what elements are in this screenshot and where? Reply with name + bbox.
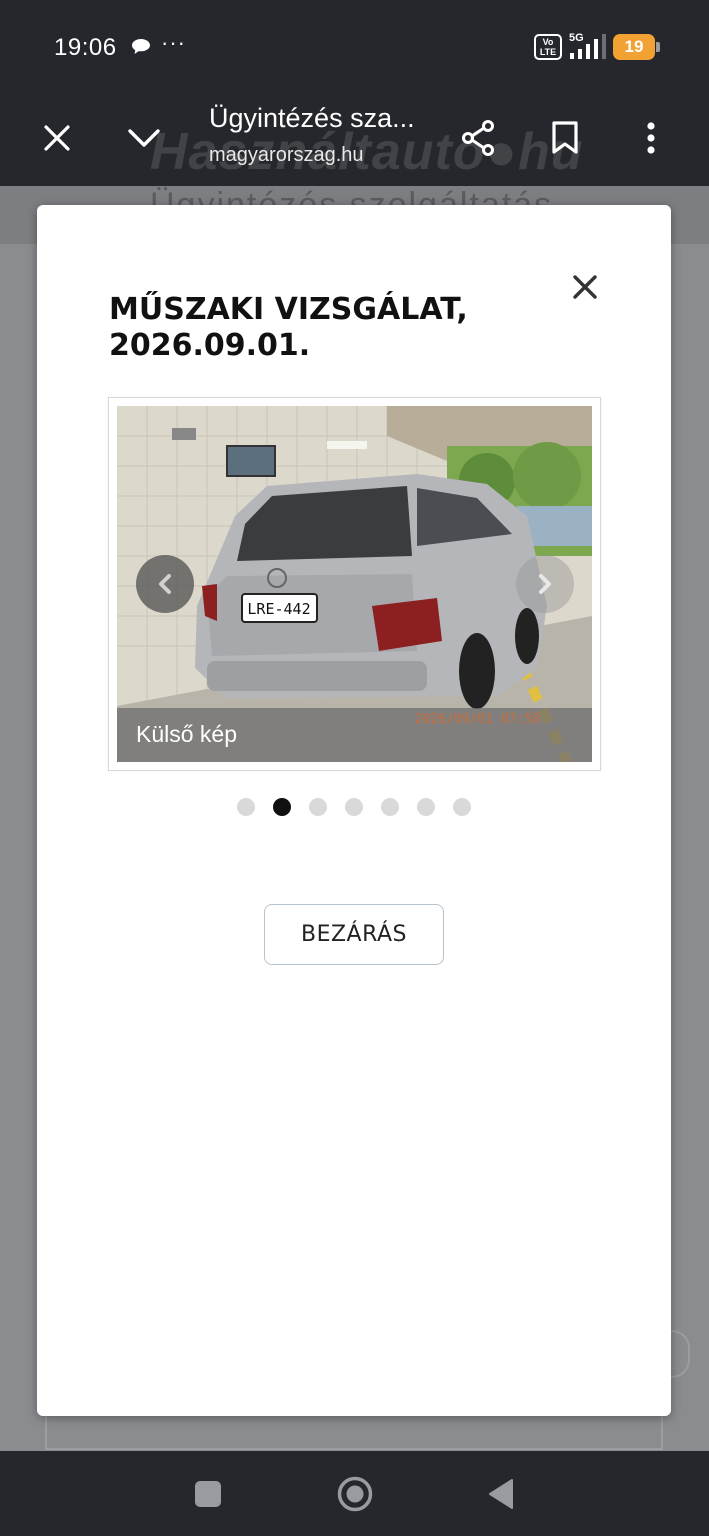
status-more-indicator: ···	[161, 30, 186, 55]
modal-title-line1: MŰSZAKI VIZSGÁLAT,	[109, 292, 468, 327]
photo-timestamp: 2026/09/01 07:58	[414, 712, 540, 727]
modal-close-button[interactable]	[567, 269, 603, 305]
carousel-dot[interactable]	[381, 798, 399, 816]
close-icon	[44, 125, 70, 151]
back-button[interactable]	[487, 1478, 515, 1510]
network-type-label: 5G	[569, 32, 584, 44]
carousel-prev-button[interactable]	[136, 555, 194, 613]
modal-title-line2: 2026.09.01.	[109, 328, 311, 363]
chevron-right-icon	[539, 574, 551, 594]
browser-toolbar: Használtautó●hu Ügyintézés sza... magyar…	[0, 92, 709, 186]
page-title: Ügyintézés sza...	[209, 103, 415, 133]
close-icon	[573, 275, 597, 299]
caption-bar: Külső kép 2026/09/01 07:58	[117, 708, 592, 762]
minimize-button[interactable]	[116, 110, 172, 166]
chevron-left-icon	[159, 574, 171, 594]
carousel-next-button[interactable]	[516, 555, 574, 613]
close-tab-button[interactable]	[29, 110, 85, 166]
more-menu-button[interactable]	[623, 110, 679, 166]
license-plate: LRE-442	[247, 600, 310, 618]
carousel-dot-active[interactable]	[273, 798, 291, 816]
system-nav-bar	[0, 1451, 709, 1536]
vehicle-photo: LRE-442 Külső kép 2026/09/01 07:58	[117, 406, 592, 762]
bookmark-button[interactable]	[537, 110, 593, 166]
photo-carousel[interactable]: LRE-442 Külső kép 2026/09/01 07:58	[108, 397, 601, 771]
carousel-dot[interactable]	[309, 798, 327, 816]
chat-bubble-icon	[132, 39, 150, 54]
battery-icon: 19	[613, 34, 660, 60]
signal-icon: 5G	[569, 32, 606, 59]
home-button[interactable]	[337, 1476, 373, 1512]
status-bar: 19:06 ··· Vo LTE 5G 19	[0, 0, 709, 92]
inspection-modal: MŰSZAKI VIZSGÁLAT, 2026.09.01. LRE-442 K…	[37, 205, 671, 1416]
share-icon	[462, 120, 494, 156]
modal-title: MŰSZAKI VIZSGÁLAT, 2026.09.01.	[109, 292, 559, 364]
photo-caption: Külső kép	[136, 721, 238, 747]
carousel-dot[interactable]	[345, 798, 363, 816]
status-time: 19:06	[54, 34, 117, 61]
chevron-down-icon	[128, 129, 160, 147]
share-button[interactable]	[450, 110, 506, 166]
background-card	[45, 1410, 663, 1450]
volte-icon: Vo LTE	[534, 34, 562, 60]
bezaras-button[interactable]: BEZÁRÁS	[264, 904, 444, 965]
page-url: magyarorszag.hu	[209, 144, 364, 166]
recents-button[interactable]	[195, 1481, 221, 1507]
carousel-dot[interactable]	[453, 798, 471, 816]
more-vert-icon	[647, 122, 655, 154]
carousel-pagination	[237, 798, 471, 816]
bookmark-icon	[552, 121, 578, 154]
carousel-dot[interactable]	[417, 798, 435, 816]
carousel-dot[interactable]	[237, 798, 255, 816]
